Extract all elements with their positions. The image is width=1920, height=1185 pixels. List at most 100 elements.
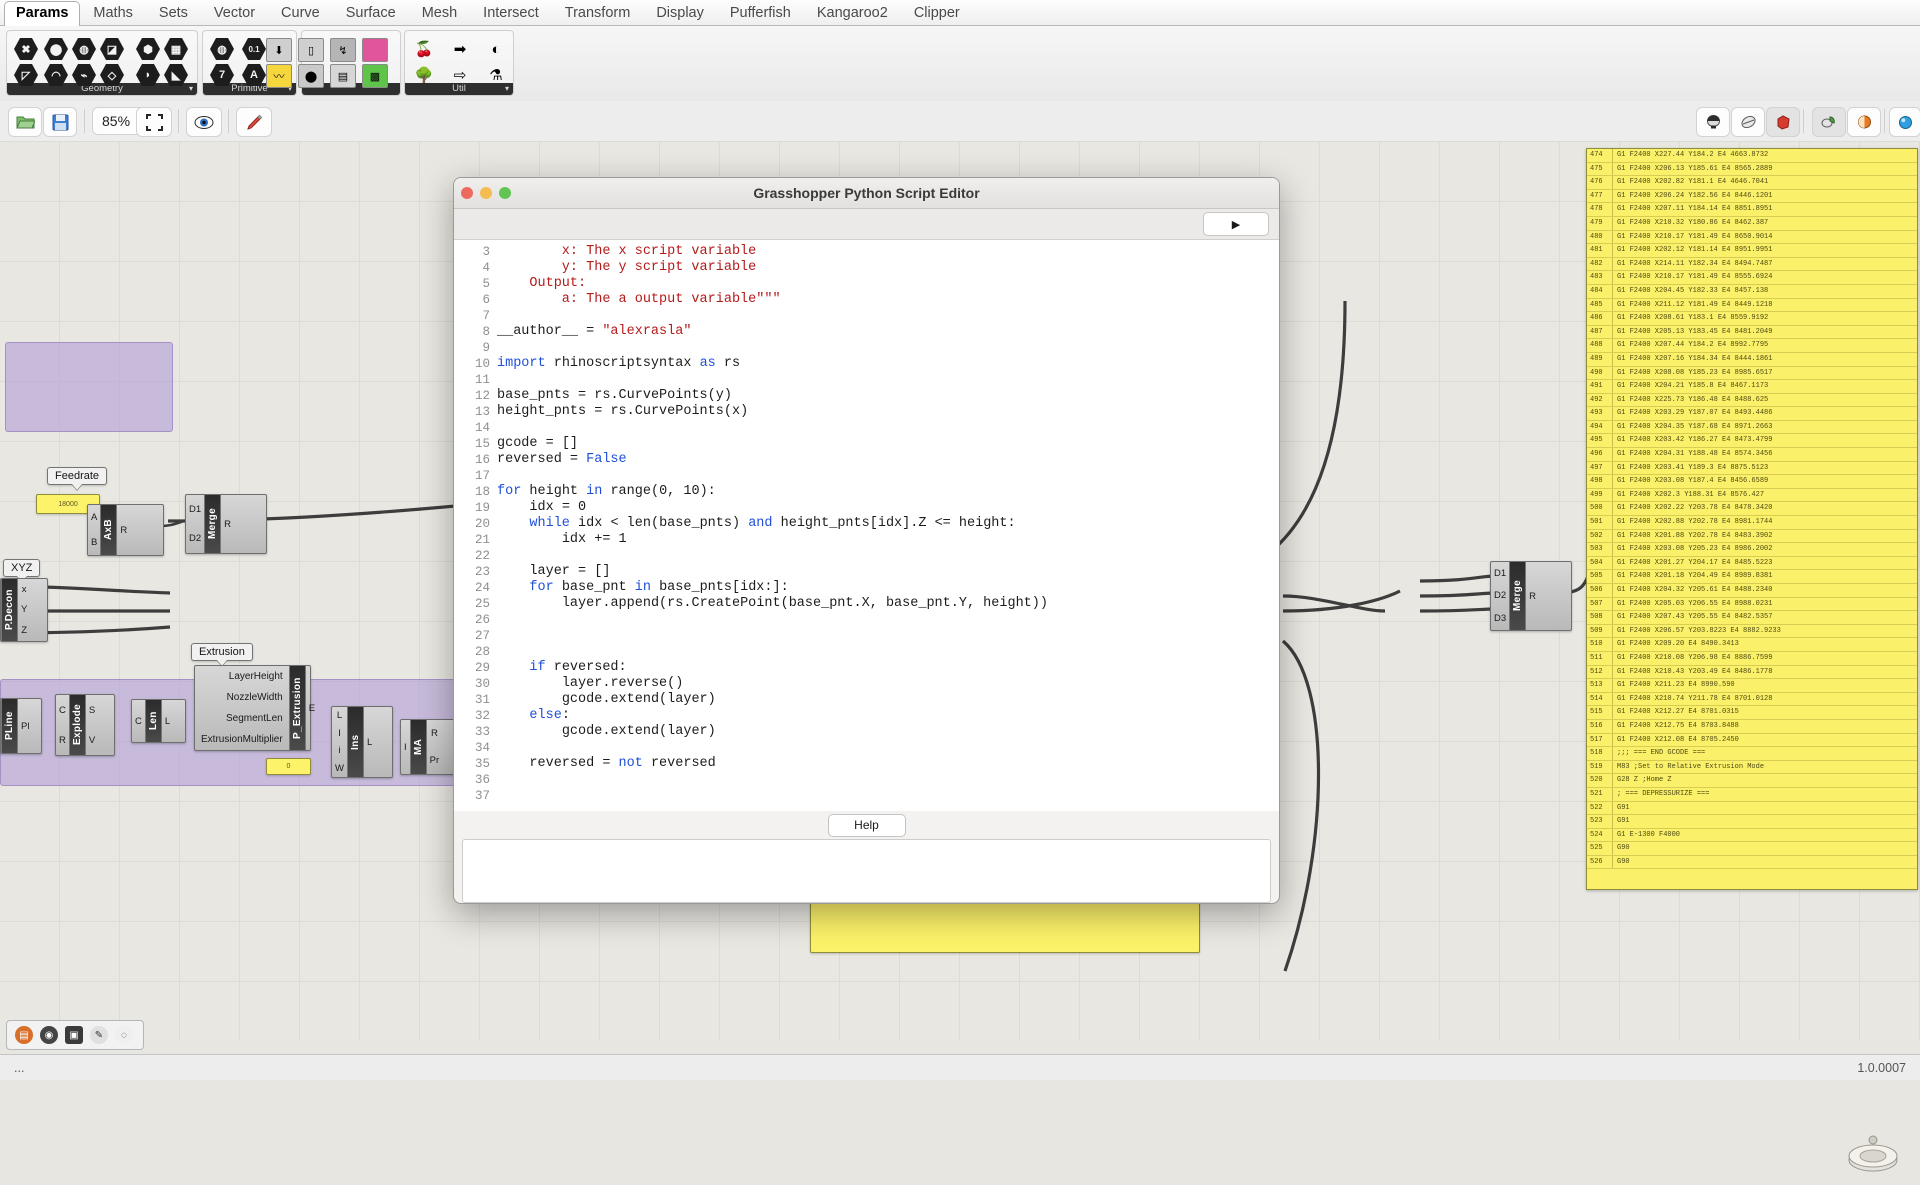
editor-title-bar[interactable]: Grasshopper Python Script Editor bbox=[454, 178, 1279, 209]
gcode-output-panel[interactable]: 474 G1 F2400 X227.44 Y184.2 E4 4663.8732 4… bbox=[1586, 148, 1918, 890]
toolbar-separator bbox=[1884, 109, 1885, 133]
sketch-tool-button[interactable] bbox=[236, 107, 272, 137]
component-ins[interactable]: LIiW Ins L bbox=[331, 706, 393, 778]
gcode-line: 494 G1 F2400 X204.35 Y187.68 E4 8971.2663 bbox=[1587, 420, 1917, 435]
code-line-number: 23 bbox=[474, 565, 490, 579]
component-axb[interactable]: AB AxB R bbox=[87, 504, 164, 556]
gcode-line-number: 518 bbox=[1587, 747, 1613, 760]
value-list-icon[interactable]: ▤ bbox=[330, 64, 356, 88]
code-line-number: 35 bbox=[474, 757, 490, 771]
minimize-icon[interactable] bbox=[480, 187, 492, 199]
menu-tab-display[interactable]: Display bbox=[643, 2, 717, 25]
component-explode[interactable]: CR Explode SV bbox=[55, 694, 115, 756]
gcode-line: 514 G1 F2400 X210.74 Y211.78 E4 8701.0128 bbox=[1587, 692, 1917, 707]
code-line: 28 bbox=[454, 644, 1279, 660]
code-line-source: __author__ = "alexrasla" bbox=[497, 324, 692, 339]
code-line: 35 reversed = not reversed bbox=[454, 756, 1279, 772]
component-merge-output[interactable]: D1 D2 D3 Merge R bbox=[1490, 561, 1572, 631]
menu-tab-surface[interactable]: Surface bbox=[333, 2, 409, 25]
gcode-line-text: G1 F2400 X204.45 Y182.33 E4 8457.138 bbox=[1617, 286, 1769, 295]
multiline-icon[interactable]: 〰 bbox=[266, 64, 292, 88]
code-area[interactable]: 3 x: The x script variable 4 y: The y scr… bbox=[454, 240, 1279, 811]
component-outputs: xYZ bbox=[21, 583, 28, 637]
gcode-line: 511 G1 F2400 X210.08 Y206.98 E4 8886.7599 bbox=[1587, 651, 1917, 666]
preview-off-button[interactable] bbox=[1766, 107, 1800, 137]
gcode-line-text: G1 F2400 X225.73 Y186.48 E4 8488.625 bbox=[1617, 395, 1769, 404]
preview-meshes-button[interactable] bbox=[1847, 107, 1881, 137]
draw-icons-button[interactable] bbox=[1812, 107, 1846, 137]
maximize-icon[interactable] bbox=[499, 187, 511, 199]
code-line-source: gcode.extend(layer) bbox=[561, 724, 716, 739]
open-file-button[interactable] bbox=[8, 107, 42, 137]
grey-arrow-icon[interactable]: ⇨ bbox=[448, 64, 472, 86]
preview-settings-button[interactable] bbox=[1889, 107, 1920, 137]
gcode-line-text: G1 F2400 X210.32 Y180.86 E4 8462.387 bbox=[1617, 218, 1769, 227]
graph-mapper-icon[interactable]: ↯ bbox=[330, 38, 356, 62]
code-line: 11 bbox=[454, 372, 1279, 388]
chevron-down-icon[interactable]: ▾ bbox=[189, 83, 193, 95]
component-ma[interactable]: I MA R Pr bbox=[400, 719, 458, 775]
settings-icon[interactable]: ◉ bbox=[40, 1026, 58, 1044]
help-button[interactable]: Help bbox=[827, 813, 906, 837]
menu-tab-kangaroo2[interactable]: Kangaroo2 bbox=[804, 2, 901, 25]
gcode-line-number: 498 bbox=[1587, 475, 1613, 488]
menu-tab-curve[interactable]: Curve bbox=[268, 2, 333, 25]
pen-icon[interactable]: ✎ bbox=[90, 1026, 108, 1044]
component-len[interactable]: C Len L bbox=[131, 699, 186, 743]
capsule-icon[interactable]: ◐ bbox=[484, 38, 508, 60]
gcode-line: 517 G1 F2400 X212.08 E4 8705.2450 bbox=[1587, 733, 1917, 748]
toolbox-icon[interactable]: ▤ bbox=[15, 1026, 33, 1044]
menu-tab-maths[interactable]: Maths bbox=[80, 2, 146, 25]
zoom-extents-button[interactable] bbox=[136, 107, 172, 137]
flask-icon[interactable]: ⚗ bbox=[484, 64, 508, 86]
file-reader-icon[interactable]: ⬇ bbox=[266, 38, 292, 62]
run-script-button[interactable]: ▶ bbox=[1203, 212, 1269, 236]
widgets-icon[interactable]: ▣ bbox=[65, 1026, 83, 1044]
menu-tab-transform[interactable]: Transform bbox=[552, 2, 644, 25]
gcode-line-number: 510 bbox=[1587, 638, 1613, 651]
menu-tab-vector[interactable]: Vector bbox=[201, 2, 268, 25]
colour-swatch-icon[interactable]: ▩ bbox=[362, 64, 388, 88]
save-file-button[interactable] bbox=[43, 107, 77, 137]
cherry-icon[interactable]: 🍒 bbox=[412, 38, 436, 60]
component-inputs: CR bbox=[59, 704, 66, 746]
preview-shaded-button[interactable] bbox=[1696, 107, 1730, 137]
menu-tab-sets[interactable]: Sets bbox=[146, 2, 201, 25]
menu-tab-intersect[interactable]: Intersect bbox=[470, 2, 552, 25]
preview-wireframe-button[interactable] bbox=[1731, 107, 1765, 137]
code-line-source: height_pnts = rs.CurvePoints(x) bbox=[497, 404, 749, 419]
button-icon[interactable]: ▯ bbox=[298, 38, 324, 62]
menu-tab-pufferfish[interactable]: Pufferfish bbox=[717, 2, 804, 25]
gcode-line-number: 487 bbox=[1587, 325, 1613, 339]
close-icon[interactable] bbox=[461, 187, 473, 199]
component-outputs: R bbox=[1529, 590, 1537, 602]
gcode-line-text: G1 F2400 X203.42 Y186.27 E4 8473.4799 bbox=[1617, 436, 1773, 445]
gcode-line: 499 G1 F2400 X202.3 Y188.31 E4 8576.427 bbox=[1587, 488, 1917, 503]
tree-icon[interactable]: 🌳 bbox=[412, 64, 436, 86]
component-pline[interactable]: PLine Pl bbox=[0, 698, 42, 754]
gradient-icon[interactable] bbox=[362, 38, 388, 62]
editor-output-console[interactable] bbox=[462, 839, 1271, 903]
component-p-extrusion[interactable]: LayerHeight NozzleWidth SegmentLen Extru… bbox=[194, 665, 315, 751]
gcode-line-number: 519 bbox=[1587, 760, 1613, 774]
preview-eye-button[interactable] bbox=[186, 107, 222, 137]
component-merge-feedrate[interactable]: D1 D2 Merge R bbox=[185, 494, 267, 554]
gcode-line-number: 502 bbox=[1587, 529, 1613, 543]
menu-tab-mesh[interactable]: Mesh bbox=[409, 2, 470, 25]
menu-tab-params[interactable]: Params bbox=[4, 1, 81, 26]
component-pdecon[interactable]: P.Decon xYZ bbox=[0, 578, 48, 642]
menu-tab-clipper[interactable]: Clipper bbox=[901, 2, 973, 25]
knob-icon[interactable]: ⬤ bbox=[298, 64, 324, 88]
gcode-line-number: 525 bbox=[1587, 842, 1613, 855]
canvas-dock[interactable]: ▤ ◉ ▣ ✎ ◌ bbox=[6, 1020, 144, 1050]
code-line-source: base_pnts = rs.CurvePoints(y) bbox=[497, 388, 732, 403]
gcode-line-text: G1 F2400 X202.12 Y181.14 E4 8951.9951 bbox=[1617, 246, 1773, 255]
code-line-number: 7 bbox=[482, 309, 490, 323]
gcode-line-text: G1 F2400 X208.61 Y183.1 E4 8559.9192 bbox=[1617, 314, 1769, 323]
panel-extrusion-value[interactable]: 0 bbox=[266, 758, 311, 775]
right-arrow-icon[interactable]: ➡ bbox=[448, 38, 472, 60]
balloon-icon[interactable]: ◌ bbox=[115, 1026, 133, 1044]
group-feedrate[interactable] bbox=[5, 342, 173, 432]
python-script-editor-window[interactable]: Grasshopper Python Script Editor ▶ 3 x: … bbox=[453, 177, 1280, 904]
navigation-compass[interactable] bbox=[1846, 1126, 1900, 1180]
